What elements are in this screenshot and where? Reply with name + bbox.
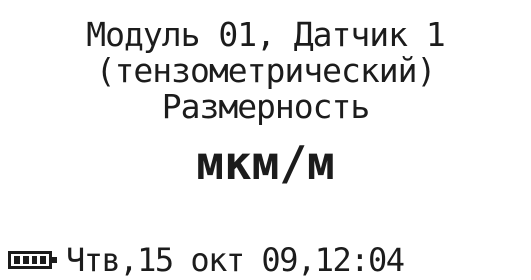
sensor-type-label: (тензометрический) <box>95 51 437 90</box>
unit-value[interactable]: мкм/м <box>0 140 531 186</box>
status-bar: Чтв,15 окт 09,12:04 <box>8 241 405 279</box>
battery-cell <box>40 256 46 264</box>
battery-cell <box>22 256 29 264</box>
module-sensor-label: Модуль 01, Датчик 1 <box>86 15 446 54</box>
battery-cell <box>14 256 20 264</box>
battery-cell <box>31 256 38 264</box>
battery-full-icon <box>8 251 57 269</box>
dimension-heading: Размерность <box>161 87 371 126</box>
lcd-screen: Модуль 01, Датчик 1 (тензометрический) Р… <box>0 0 531 280</box>
date-time: Чтв,15 окт 09,12:04 <box>66 241 405 279</box>
